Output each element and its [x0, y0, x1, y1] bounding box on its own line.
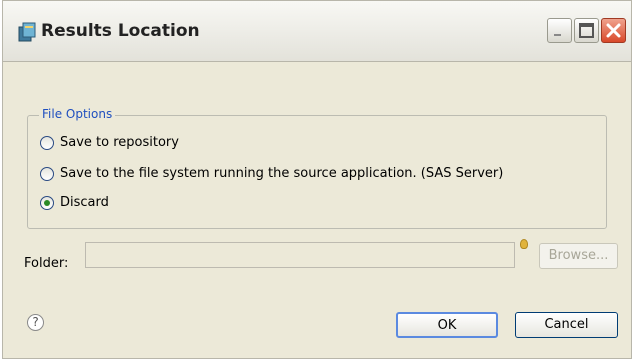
dialog-title: Results Location	[41, 21, 200, 41]
option-label: Save to repository	[60, 135, 179, 150]
cancel-button[interactable]: Cancel	[515, 312, 618, 338]
title-bar[interactable]: Results Location	[2, 0, 632, 62]
option-save-to-file-system[interactable]: Save to the file system running the sour…	[40, 166, 503, 181]
ok-button[interactable]: OK	[396, 312, 498, 338]
folder-input[interactable]	[85, 242, 515, 268]
folder-label: Folder:	[24, 256, 69, 271]
dialog-body: File Options Save to repository Save to …	[2, 62, 632, 359]
close-icon	[606, 23, 621, 38]
lightbulb-icon	[520, 239, 528, 249]
browse-button[interactable]: Browse...	[539, 243, 618, 269]
option-label: Discard	[60, 195, 109, 210]
maximize-icon	[579, 23, 594, 38]
results-location-dialog: Results Location File Options Save to re…	[2, 0, 632, 359]
file-options-group: File Options Save to repository Save to …	[27, 107, 607, 229]
option-save-to-repository[interactable]: Save to repository	[40, 135, 179, 150]
help-icon[interactable]: ?	[27, 314, 44, 331]
maximize-button[interactable]	[574, 18, 599, 43]
close-button[interactable]	[601, 18, 626, 43]
radio-button-selected[interactable]	[40, 195, 54, 210]
app-window-icon	[17, 21, 39, 43]
radio-button[interactable]	[40, 166, 54, 181]
option-label: Save to the file system running the sour…	[60, 166, 504, 181]
minimize-icon	[554, 34, 561, 36]
radio-button[interactable]	[40, 135, 54, 150]
file-options-legend: File Options	[39, 107, 116, 121]
option-discard[interactable]: Discard	[40, 195, 109, 210]
minimize-button[interactable]	[547, 18, 572, 43]
